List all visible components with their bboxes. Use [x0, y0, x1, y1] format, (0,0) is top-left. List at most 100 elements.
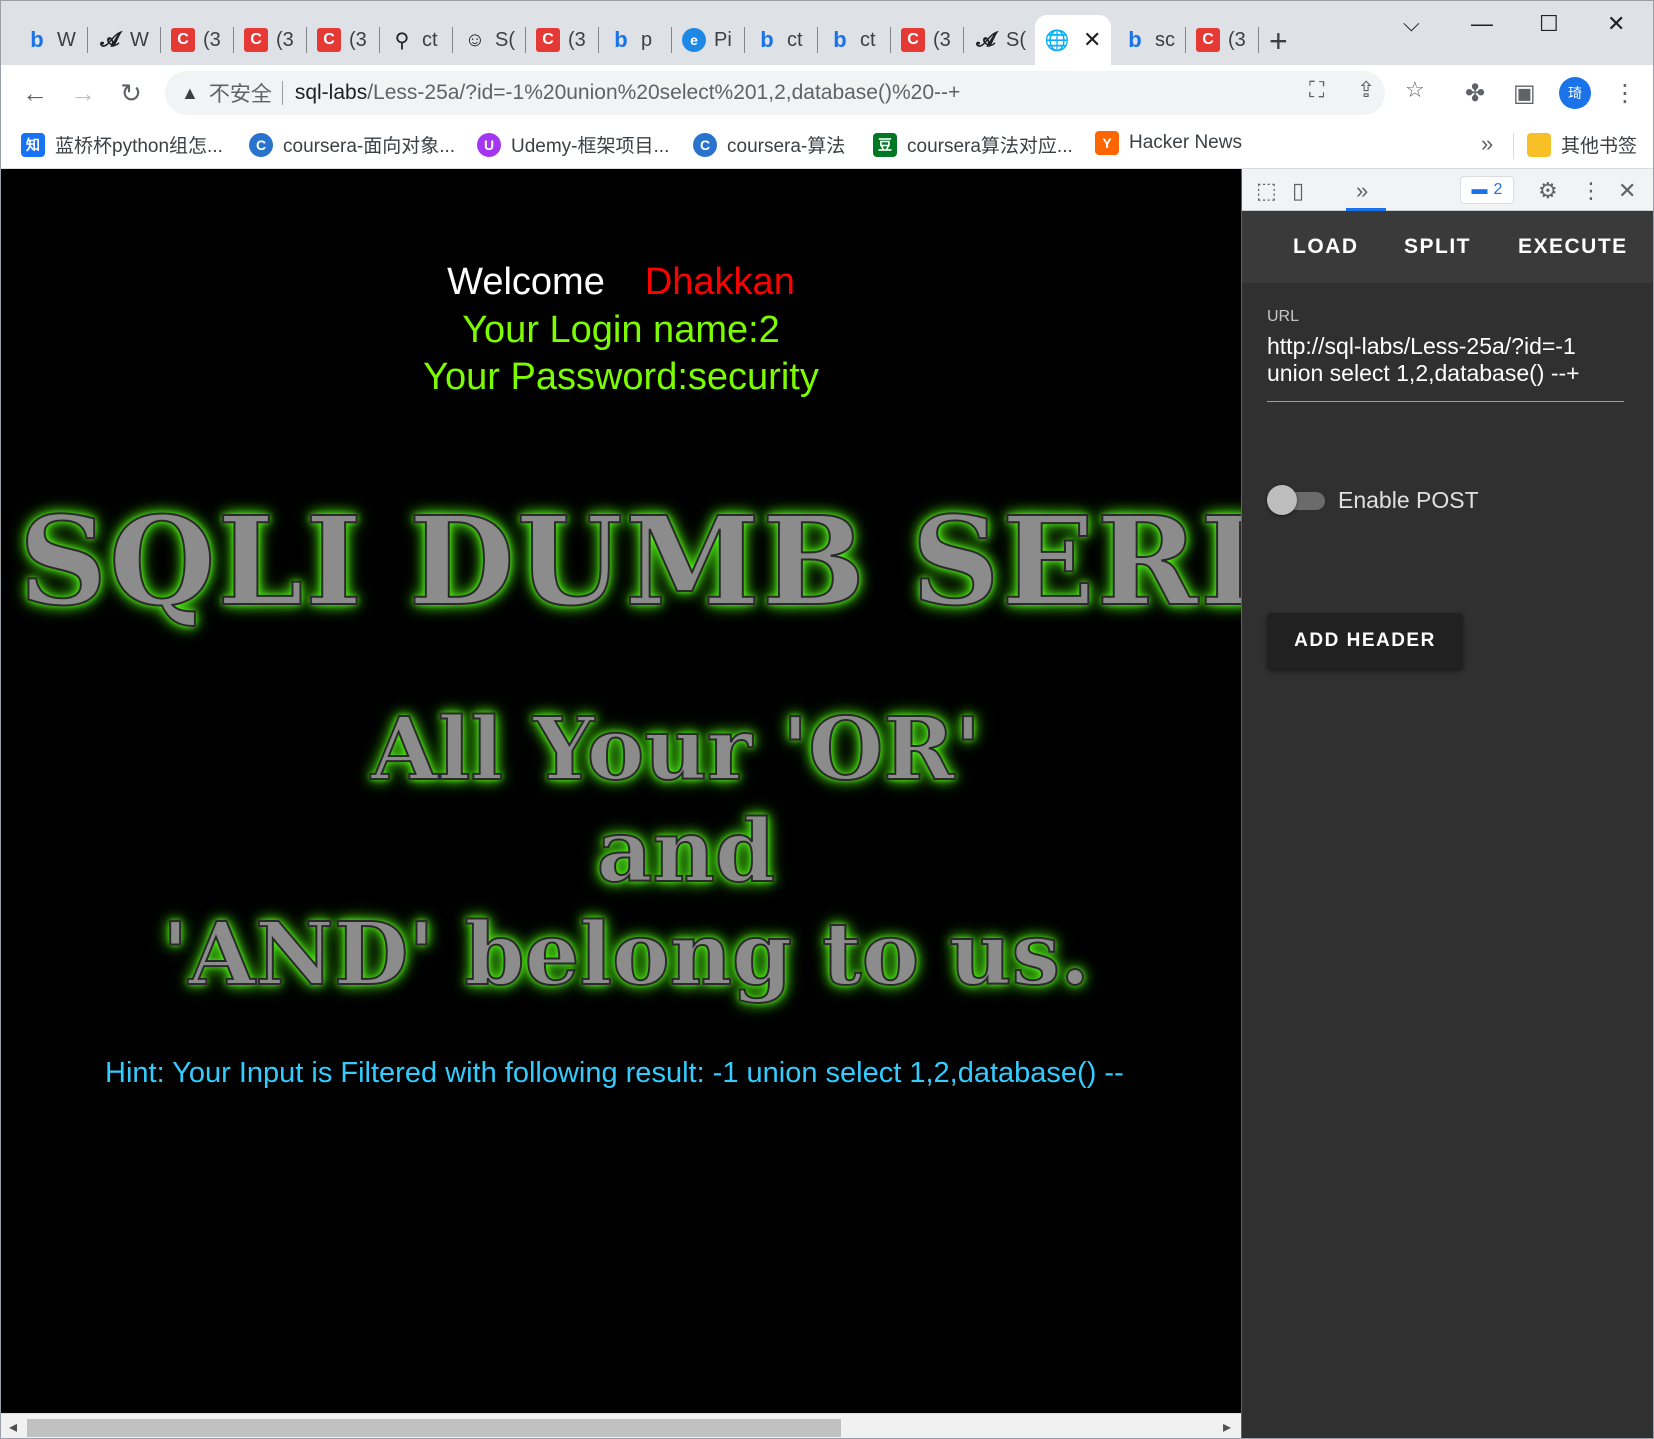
csdn-icon: C [244, 28, 268, 52]
reload-button[interactable]: ↻ [113, 75, 149, 111]
tab[interactable]: C (3 [891, 15, 964, 65]
tab-title: S( [495, 28, 515, 51]
other-bookmarks-folder[interactable]: 其他书签 [1527, 131, 1637, 158]
tab[interactable]: ⚲ ct [380, 15, 453, 65]
tab[interactable]: b ct [818, 15, 891, 65]
add-header-button[interactable]: ADD HEADER [1267, 613, 1463, 669]
tab[interactable]: bp [599, 15, 672, 65]
tab[interactable]: C (3 [234, 15, 307, 65]
coursera-icon: C [249, 132, 273, 157]
tab[interactable]: ☺ S( [453, 15, 526, 65]
scrollbar-thumb[interactable] [27, 1419, 841, 1437]
bing-icon: b [30, 27, 44, 52]
horizontal-scrollbar[interactable]: ◂ ▸ [1, 1413, 1241, 1438]
new-tab-button[interactable]: + [1269, 23, 1288, 60]
bookmark-label: coursera-面向对象... [283, 136, 456, 157]
browser-toolbar: ← → ↻ ▲ 不安全 sql-labs/Less-25a/?id=-1%20u… [1, 65, 1653, 121]
devtools-menu-icon[interactable]: ⋮ [1580, 178, 1602, 204]
enable-post-toggle[interactable] [1267, 485, 1325, 515]
bookmark-item[interactable]: U Udemy-框架项目... [477, 131, 669, 158]
tab[interactable]: 𝓐W [88, 15, 161, 65]
address-bar[interactable]: ▲ 不安全 sql-labs/Less-25a/?id=-1%20union%2… [165, 71, 1385, 115]
tab-active[interactable]: 🌐 ✕ [1035, 15, 1111, 65]
maximize-button[interactable]: ☐ [1539, 11, 1559, 37]
tab-search-icon[interactable]: ⌵ [1403, 11, 1420, 37]
tab[interactable]: b ct [745, 15, 818, 65]
bing-icon: b [833, 27, 847, 52]
zhihu-icon: 知 [21, 132, 45, 157]
inspect-element-icon[interactable]: ⬚ [1256, 178, 1277, 204]
folder-icon [1527, 132, 1551, 157]
bookmark-item[interactable]: 豆 coursera算法对应... [873, 131, 1073, 158]
message-icon: ▬ [1471, 181, 1488, 198]
tab-title: ct [422, 28, 438, 51]
yuque-icon: 𝓐 [976, 28, 996, 51]
issues-count: 2 [1493, 181, 1503, 198]
tab-title: p [641, 28, 653, 51]
extensions-icon[interactable]: ✤ [1465, 79, 1485, 108]
bookmark-item[interactable]: 知蓝桥杯python组怎... [21, 131, 223, 158]
tab[interactable]: C (3 [526, 15, 599, 65]
slogan-line-2: and [596, 800, 776, 903]
csdn-icon: C [171, 28, 195, 52]
bookmark-item[interactable]: Ccoursera-面向对象... [249, 131, 455, 158]
load-button[interactable]: LOAD [1293, 235, 1359, 259]
udemy-icon: U [477, 132, 501, 157]
share-icon[interactable]: ⇪ [1357, 77, 1375, 103]
scroll-right-icon[interactable]: ▸ [1223, 1417, 1231, 1437]
tab-title: (3 [933, 28, 951, 51]
close-window-button[interactable]: ✕ [1607, 11, 1625, 37]
bookmark-item[interactable]: Ccoursera-算法 [693, 131, 845, 158]
tab[interactable]: C (3 [161, 15, 234, 65]
more-tabs-icon[interactable]: » [1356, 178, 1368, 204]
bookmark-star-icon[interactable]: ☆ [1405, 77, 1425, 103]
bookmark-label: Udemy-框架项目... [511, 136, 670, 157]
forward-button[interactable]: → [65, 75, 101, 111]
tab[interactable]: bW [15, 15, 88, 65]
translate-icon[interactable]: ⛶ [1309, 77, 1324, 103]
tab[interactable]: 𝓐 S( [964, 15, 1037, 65]
bookmark-item[interactable]: Y Hacker News [1095, 131, 1242, 155]
slogan-line-1: All Your 'OR' [370, 698, 982, 801]
welcome-text: Welcome [447, 261, 605, 303]
csdn-icon: C [317, 28, 341, 52]
close-devtools-icon[interactable]: ✕ [1618, 178, 1636, 204]
csdn-icon: C [536, 28, 560, 52]
menu-icon[interactable]: ⋮ [1613, 79, 1637, 108]
settings-gear-icon[interactable]: ⚙ [1538, 178, 1558, 204]
tab[interactable]: e Pi [672, 15, 745, 65]
tab[interactable]: C (3 [1186, 15, 1259, 65]
tab-title: (3 [1228, 28, 1246, 51]
security-status[interactable]: 不安全 [209, 78, 272, 108]
login-name: Your Login name:2 [462, 309, 780, 351]
other-bookmarks-label: 其他书签 [1561, 136, 1638, 157]
tab[interactable]: b sc [1113, 15, 1186, 65]
device-toolbar-icon[interactable]: ▯ [1292, 178, 1304, 204]
tab-title: ct [860, 28, 876, 51]
bookmark-label: Hacker News [1129, 132, 1242, 153]
back-button[interactable]: ← [17, 75, 53, 111]
split-button[interactable]: SPLIT [1404, 235, 1471, 259]
enable-post-label[interactable]: Enable POST [1338, 487, 1479, 514]
bing-icon: b [614, 27, 628, 52]
close-tab-icon[interactable]: ✕ [1083, 27, 1101, 53]
issues-badge[interactable]: ▬ 2 [1460, 176, 1514, 204]
tab-title: ct [787, 28, 803, 51]
tab[interactable]: C (3 [307, 15, 380, 65]
tab-title: (3 [568, 28, 586, 51]
tab-title: (3 [349, 28, 367, 51]
tab-separator [1258, 27, 1259, 53]
warning-icon[interactable]: ▲ [181, 83, 199, 104]
bing-icon: b [1128, 27, 1142, 52]
side-panel-icon[interactable]: ▣ [1513, 79, 1536, 108]
url-path: /Less-25a/?id=-1%20union%20select%201,2,… [367, 81, 961, 104]
execute-button[interactable]: EXECUTE [1518, 235, 1628, 259]
url-textarea[interactable]: http://sql-labs/Less-25a/?id=-1 union se… [1267, 333, 1617, 387]
page-content: Welcome Dhakkan Your Login name:2 Your Pa… [1, 169, 1241, 1413]
divider [281, 81, 283, 105]
minimize-button[interactable]: — [1471, 11, 1493, 37]
bookmarks-overflow-button[interactable]: » [1481, 131, 1493, 157]
scroll-left-icon[interactable]: ◂ [9, 1417, 17, 1437]
profile-avatar[interactable]: 琦 [1559, 77, 1591, 109]
edge-icon: e [682, 28, 706, 52]
